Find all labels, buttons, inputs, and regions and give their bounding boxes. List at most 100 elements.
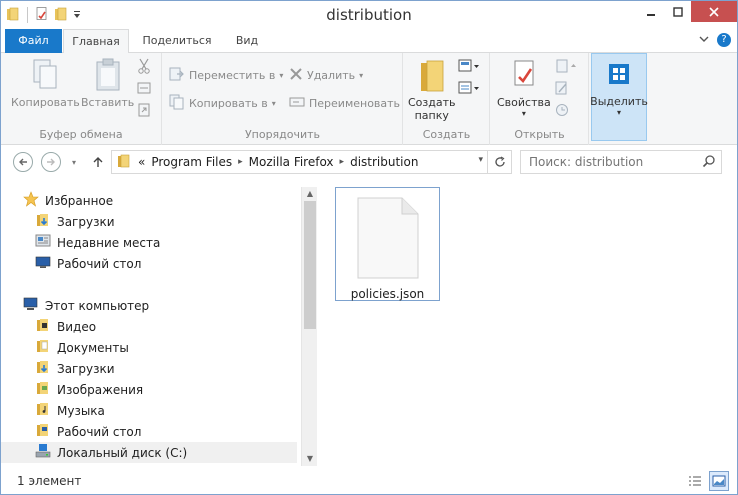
new-group: Создать папку Создать (404, 53, 490, 145)
file-list: policies.json (319, 177, 737, 467)
music-folder-icon (35, 401, 51, 420)
cut-button[interactable] (137, 57, 151, 77)
recent-places-icon (35, 233, 51, 252)
nav-item-local-disk[interactable]: Локальный диск (C:) (1, 442, 297, 463)
nav-item-documents[interactable]: Документы (35, 337, 129, 358)
breadcrumb-overflow[interactable]: « (138, 155, 145, 169)
paste-button[interactable]: Вставить (81, 57, 134, 109)
select-button[interactable]: Выделить ▾ (590, 53, 648, 141)
forward-button[interactable] (41, 152, 61, 172)
open-button[interactable] (555, 57, 577, 77)
minimize-button[interactable] (637, 1, 664, 22)
large-icons-view-button[interactable] (709, 471, 729, 491)
item-count: 1 элемент (17, 474, 82, 488)
clipboard-icon (91, 57, 125, 96)
chevron-right-icon[interactable]: ▸ (340, 157, 345, 167)
nav-item-this-pc[interactable]: Этот компьютер (23, 295, 149, 316)
nav-item-video[interactable]: Видео (35, 316, 96, 337)
new-item-button[interactable] (458, 57, 480, 77)
open-group-label: Открыть (514, 128, 565, 141)
help-icon[interactable]: ? (717, 33, 731, 47)
chevron-down-icon: ▾ (71, 157, 76, 167)
nav-item-desktop-pc[interactable]: Рабочий стол (35, 421, 141, 442)
up-button[interactable] (87, 151, 109, 173)
easy-access-icon (458, 81, 480, 98)
window-title: distribution (326, 6, 412, 24)
organize-group: Переместить в ▾ Копировать в ▾ Удалить ▾ (163, 53, 403, 145)
explorer-window: distribution Файл Главная Поделиться Вид… (0, 0, 738, 495)
large-icons-view-icon (712, 475, 726, 487)
details-view-icon (689, 476, 701, 486)
nav-item-downloads-pc[interactable]: Загрузки (35, 358, 115, 379)
recent-locations-button[interactable]: ▾ (63, 151, 85, 173)
refresh-icon (494, 156, 505, 167)
organize-group-label: Упорядочить (244, 128, 321, 141)
move-to-button[interactable]: Переместить в ▾ (169, 65, 283, 85)
scroll-down-icon[interactable]: ▼ (302, 452, 318, 466)
rename-icon (289, 95, 305, 112)
search-box (520, 150, 722, 174)
nav-item-pictures[interactable]: Изображения (35, 379, 143, 400)
paste-shortcut-icon (137, 103, 151, 120)
nav-item-downloads[interactable]: Загрузки (35, 211, 115, 232)
nav-item-favorites[interactable]: Избранное (23, 190, 113, 211)
arrow-right-icon (47, 158, 55, 166)
tab-share[interactable]: Поделиться (135, 29, 219, 53)
nav-item-music[interactable]: Музыка (35, 400, 105, 421)
search-input[interactable] (521, 151, 697, 173)
arrow-left-icon (19, 158, 27, 166)
tab-view[interactable]: Вид (225, 29, 269, 53)
chevron-down-icon[interactable] (699, 33, 709, 47)
folder-icon (116, 153, 132, 172)
breadcrumb-item-distribution[interactable]: distribution (350, 155, 418, 169)
copy-button[interactable]: Копировать (11, 57, 80, 109)
status-bar: 1 элемент (1, 469, 737, 494)
back-button[interactable] (13, 152, 33, 172)
close-button[interactable] (691, 1, 737, 22)
tab-file[interactable]: Файл (5, 29, 62, 53)
desktop-folder-icon (35, 422, 51, 441)
paste-shortcut-button[interactable] (137, 101, 151, 121)
address-bar[interactable]: « Program Files ▸ Mozilla Firefox ▸ dist… (111, 150, 512, 174)
maximize-button[interactable] (664, 1, 691, 22)
scrollbar-thumb[interactable] (304, 201, 316, 329)
move-to-icon (169, 66, 185, 85)
refresh-button[interactable] (487, 151, 511, 173)
delete-button[interactable]: Удалить ▾ (289, 65, 363, 85)
copy-to-button[interactable]: Копировать в ▾ (169, 93, 276, 113)
search-icon[interactable] (702, 154, 716, 171)
downloads-folder-icon (35, 212, 51, 231)
ribbon: Копировать Вставить Буфер обмена Перемес… (1, 53, 737, 145)
delete-icon (289, 67, 303, 84)
dropdown-arrow-icon: ▾ (616, 108, 621, 117)
address-dropdown-icon[interactable]: ▾ (478, 155, 483, 165)
dropdown-arrow-icon: ▾ (279, 70, 284, 80)
tab-home[interactable]: Главная (63, 29, 129, 54)
properties-button[interactable]: Свойства ▾ (497, 57, 551, 118)
nav-pane-scrollbar[interactable]: ▲ ▼ (301, 187, 317, 466)
edit-button[interactable] (555, 79, 569, 99)
computer-icon (23, 296, 39, 315)
nav-item-desktop[interactable]: Рабочий стол (35, 253, 141, 274)
breadcrumb: « Program Files ▸ Mozilla Firefox ▸ dist… (138, 155, 418, 169)
copy-path-button[interactable] (137, 79, 151, 99)
breadcrumb-item-program-files[interactable]: Program Files (151, 155, 232, 169)
file-item[interactable]: policies.json (335, 187, 440, 301)
details-view-button[interactable] (685, 471, 705, 491)
new-group-label: Создать (422, 128, 471, 141)
history-button[interactable] (555, 101, 569, 121)
documents-folder-icon (35, 338, 51, 357)
open-group: Свойства ▾ Открыть (491, 53, 589, 145)
chevron-right-icon[interactable]: ▸ (238, 157, 243, 167)
breadcrumb-item-mozilla-firefox[interactable]: Mozilla Firefox (249, 155, 334, 169)
window-controls (637, 1, 737, 22)
easy-access-button[interactable] (458, 79, 480, 99)
scroll-up-icon[interactable]: ▲ (302, 187, 318, 201)
pictures-folder-icon (35, 380, 51, 399)
ribbon-help-area: ? (699, 33, 731, 47)
history-icon (555, 103, 569, 120)
new-item-icon (458, 59, 480, 76)
nav-item-recent[interactable]: Недавние места (35, 232, 160, 253)
rename-button[interactable]: Переименовать (289, 93, 400, 113)
new-folder-button[interactable]: Создать папку (408, 57, 456, 122)
